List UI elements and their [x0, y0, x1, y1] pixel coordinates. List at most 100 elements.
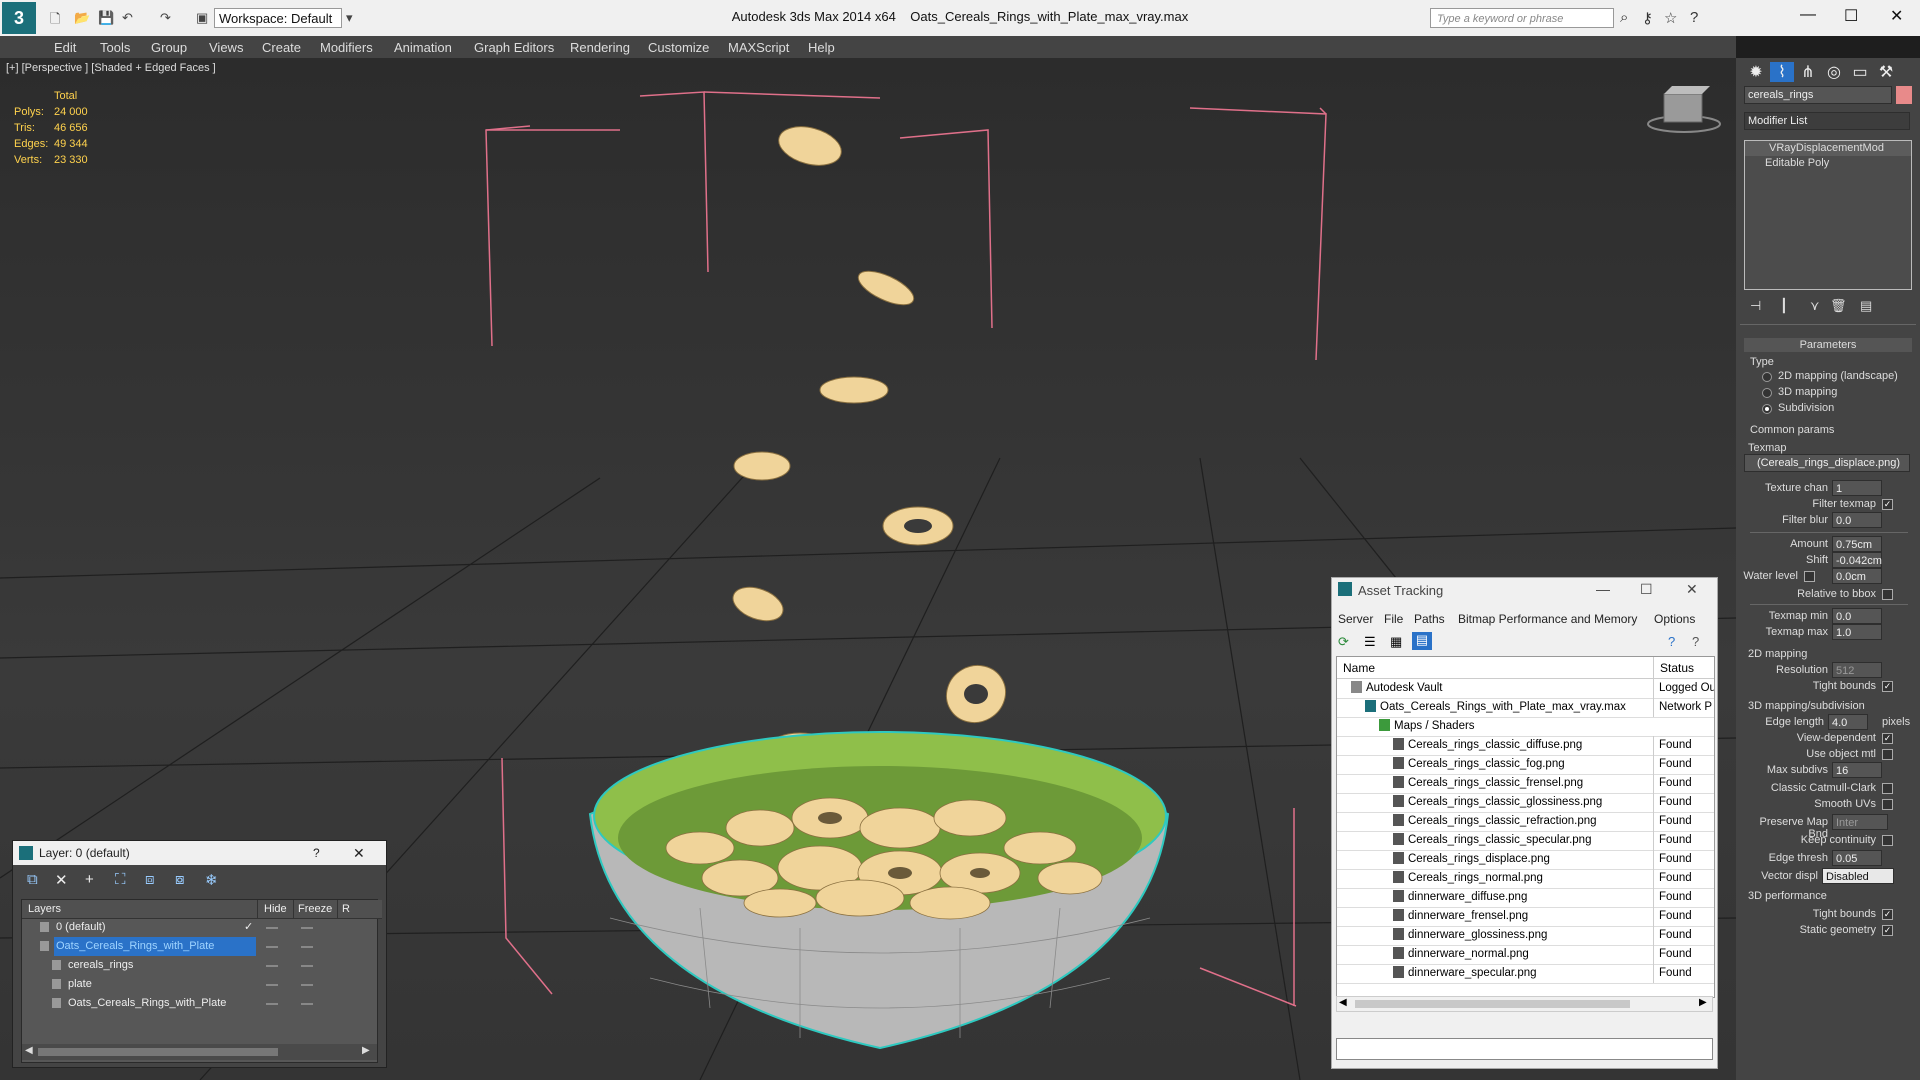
view-dependent-checkbox[interactable]: ✓ — [1882, 733, 1893, 744]
column-layers[interactable]: Layers — [22, 900, 263, 919]
asset-tracking-titlebar[interactable]: Asset Tracking — ☐ ✕ — [1332, 578, 1717, 604]
texture-chan-spinner[interactable]: 1 — [1832, 480, 1882, 496]
active-layer-check-icon[interactable]: ✓ — [244, 918, 253, 937]
keep-continuity-checkbox[interactable] — [1882, 835, 1893, 846]
shift-spinner[interactable]: -0.042cm — [1832, 552, 1882, 568]
help-icon[interactable]: ? — [1668, 634, 1675, 649]
viewport-label[interactable]: [+] [Perspective ] [Shaded + Edged Faces… — [6, 62, 216, 74]
key-icon[interactable]: ⚷ — [1642, 9, 1653, 27]
resolution-spinner[interactable]: 512 — [1832, 662, 1882, 678]
menu-group[interactable]: Group — [151, 40, 187, 55]
classic-catmull-checkbox[interactable] — [1882, 783, 1893, 794]
refresh-icon[interactable]: ⟳ — [1338, 634, 1349, 650]
asset-row[interactable]: Autodesk Vault Logged Ou — [1337, 679, 1714, 699]
object-color-swatch[interactable] — [1896, 86, 1912, 104]
parameters-rollout[interactable]: Parameters — [1744, 338, 1912, 352]
search-input[interactable]: Type a keyword or phrase — [1430, 8, 1614, 28]
hide-all-icon[interactable]: ⧇ — [175, 871, 185, 888]
asset-menu-server[interactable]: Server — [1338, 612, 1373, 626]
static-geometry-checkbox[interactable]: ✓ — [1882, 925, 1893, 936]
texmap-min-spinner[interactable]: 0.0 — [1832, 608, 1882, 624]
menu-views[interactable]: Views — [209, 40, 243, 55]
stack-item-editable-poly[interactable]: Editable Poly — [1745, 156, 1911, 171]
layer-row[interactable]: 0 (default) ✓ — [22, 918, 377, 937]
toggle-dash[interactable] — [301, 927, 313, 929]
minimize-button[interactable]: — — [1800, 6, 1816, 24]
texmap-button[interactable]: (Cereals_rings_displace.png) — [1744, 454, 1910, 472]
toggle-dash[interactable] — [301, 946, 313, 948]
scroll-right-icon[interactable]: ▶ — [362, 1045, 370, 1056]
toggle-dash[interactable] — [266, 984, 278, 986]
texmap-max-spinner[interactable]: 1.0 — [1832, 624, 1882, 640]
asset-row[interactable]: dinnerware_normal.png Found — [1337, 945, 1714, 965]
asset-path-field[interactable] — [1336, 1038, 1713, 1060]
edge-thresh-spinner[interactable]: 0.05 — [1832, 850, 1882, 866]
layer-row[interactable]: cereals_rings — [22, 956, 377, 975]
menu-maxscript[interactable]: MAXScript — [728, 40, 789, 55]
asset-row[interactable]: dinnerware_diffuse.png Found — [1337, 888, 1714, 908]
remove-modifier-icon[interactable]: 🗑 — [1830, 298, 1847, 314]
asset-row[interactable]: dinnerware_frensel.png Found — [1337, 907, 1714, 927]
layer-row[interactable]: Oats_Cereals_Rings_with_Plate — [22, 994, 377, 1013]
edge-length-spinner[interactable]: 4.0 — [1828, 714, 1868, 730]
radio-3d-mapping[interactable] — [1762, 388, 1772, 398]
modify-tab-icon[interactable]: ⌇ — [1770, 62, 1794, 82]
max-subdivs-spinner[interactable]: 16 — [1832, 762, 1882, 778]
tight-bounds-checkbox[interactable]: ✓ — [1882, 681, 1893, 692]
display-tab-icon[interactable]: ▭ — [1848, 62, 1872, 82]
close-icon[interactable]: ✕ — [353, 841, 365, 865]
scroll-left-icon[interactable]: ◀ — [1339, 997, 1347, 1008]
asset-row[interactable]: dinnerware_specular.png Found — [1337, 964, 1714, 984]
asset-menu-options[interactable]: Options — [1654, 612, 1695, 626]
asset-row[interactable]: Cereals_rings_normal.png Found — [1337, 869, 1714, 889]
show-end-result-icon[interactable]: ┃ — [1780, 298, 1788, 314]
select-objects-icon[interactable]: ⛶ — [115, 871, 126, 888]
menu-animation[interactable]: Animation — [394, 40, 452, 55]
toggle-dash[interactable] — [266, 1003, 278, 1005]
radio-subdivision[interactable] — [1762, 404, 1772, 414]
filter-blur-spinner[interactable]: 0.0 — [1832, 512, 1882, 528]
toggle-dash[interactable] — [266, 927, 278, 929]
amount-spinner[interactable]: 0.75cm — [1832, 536, 1882, 552]
column-name[interactable]: Name — [1337, 657, 1653, 679]
stack-item-vraydisplacement[interactable]: VRayDisplacementMod — [1745, 141, 1911, 156]
vector-displ-dropdown[interactable]: Disabled — [1822, 868, 1894, 884]
asset-menu-file[interactable]: File — [1384, 612, 1403, 626]
water-level-checkbox[interactable] — [1804, 571, 1815, 582]
menu-help[interactable]: Help — [808, 40, 835, 55]
freeze-all-icon[interactable]: ❄ — [205, 871, 218, 889]
toggle-dash[interactable] — [301, 984, 313, 986]
minimize-icon[interactable]: — — [1596, 581, 1610, 597]
thumbnail-view-icon[interactable]: ▦ — [1390, 634, 1402, 650]
star-icon[interactable]: ☆ — [1664, 9, 1677, 27]
binoculars-icon[interactable]: ⌕ — [1620, 9, 1628, 26]
menu-customize[interactable]: Customize — [648, 40, 709, 55]
column-freeze[interactable]: Freeze — [293, 900, 342, 919]
asset-row[interactable]: Cereals_rings_classic_fog.png Found — [1337, 755, 1714, 775]
layer-horizontal-scrollbar[interactable]: ◀ ▶ — [22, 1044, 377, 1060]
scrollbar-thumb[interactable] — [38, 1048, 278, 1056]
toggle-dash[interactable] — [301, 965, 313, 967]
menu-create[interactable]: Create — [262, 40, 301, 55]
menu-graph-editors[interactable]: Graph Editors — [474, 40, 554, 55]
toggle-dash[interactable] — [266, 946, 278, 948]
column-status[interactable]: Status — [1653, 657, 1714, 679]
add-to-layer-icon[interactable]: + — [85, 871, 94, 888]
highlight-layer-icon[interactable]: ⧈ — [145, 871, 155, 888]
hierarchy-tab-icon[interactable]: ⋔ — [1796, 62, 1820, 82]
asset-menu-paths[interactable]: Paths — [1414, 612, 1445, 626]
preserve-map-dropdown[interactable]: Inter — [1832, 814, 1888, 830]
smooth-uvs-checkbox[interactable] — [1882, 799, 1893, 810]
list-view-icon[interactable]: ☰ — [1364, 634, 1376, 650]
help-icon[interactable]: ? — [313, 841, 320, 865]
view-cube[interactable] — [1647, 86, 1721, 133]
object-name-field[interactable]: cereals_rings — [1744, 86, 1892, 104]
asset-row[interactable]: Maps / Shaders — [1337, 717, 1714, 737]
help-icon[interactable]: ? — [1690, 9, 1698, 26]
column-render[interactable]: R — [337, 900, 382, 919]
context-help-icon[interactable]: ? — [1692, 634, 1699, 649]
menu-edit[interactable]: Edit — [54, 40, 76, 55]
menu-rendering[interactable]: Rendering — [570, 40, 630, 55]
asset-row[interactable]: Oats_Cereals_Rings_with_Plate_max_vray.m… — [1337, 698, 1714, 718]
asset-row[interactable]: Cereals_rings_classic_diffuse.png Found — [1337, 736, 1714, 756]
